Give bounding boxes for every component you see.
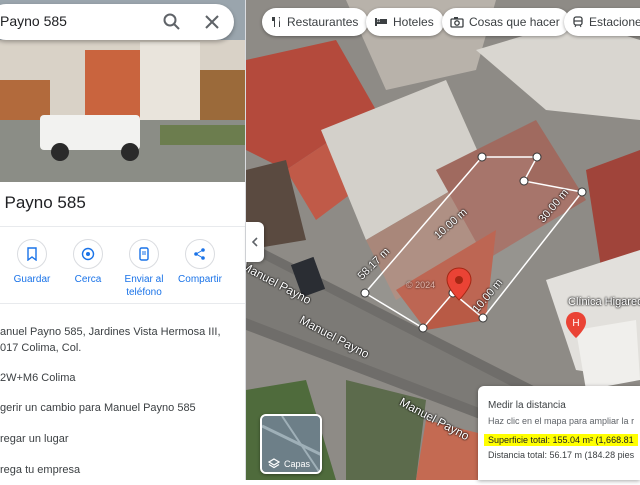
save-button[interactable]: Guardar <box>4 239 60 286</box>
layers-button[interactable]: Capas <box>260 414 322 474</box>
restaurant-icon <box>272 17 280 27</box>
search-input[interactable]: Payno 585 <box>0 13 67 29</box>
nearby-button[interactable]: Cerca <box>60 239 116 286</box>
close-icon[interactable] <box>202 12 222 32</box>
send-to-phone-label-line1: Enviar al <box>124 274 164 285</box>
address-line-1: anuel Payno 585, Jardines Vista Hermosa … <box>0 326 221 338</box>
add-business-link[interactable]: rega tu empresa <box>0 462 80 478</box>
map-watermark: © 2024 <box>406 280 436 290</box>
layers-label: Capas <box>284 459 311 469</box>
camera-icon <box>450 17 464 28</box>
address-line-2: 017 Colima, Col. <box>0 342 82 354</box>
nearby-icon <box>81 247 95 261</box>
chip-label: Hoteles <box>393 15 434 29</box>
layers-icon <box>268 458 280 469</box>
chip-label: Cosas que hacer <box>469 15 560 29</box>
plus-code[interactable]: 2W+M6 Colima <box>0 370 76 386</box>
send-to-phone-button[interactable]: Enviar al teléfono <box>116 239 172 299</box>
bookmark-icon <box>27 247 37 261</box>
measure-distance: Distancia total: 56.17 m (184.28 pies <box>488 450 635 460</box>
measure-hint: Haz clic en el mapa para ampliar la r <box>488 416 635 426</box>
chip-cosas-que-hacer[interactable]: Cosas que hacer <box>442 8 570 36</box>
suggest-edit-link[interactable]: gerir un cambio para Manuel Payno 585 <box>0 400 196 416</box>
place-title: l Payno 585 <box>0 193 86 212</box>
save-label: Guardar <box>13 274 51 285</box>
poi-label[interactable]: Clínica Higared <box>568 296 640 308</box>
measure-title: Medir la distancia <box>488 400 566 411</box>
measure-distance-panel: Medir la distancia Haz clic en el mapa p… <box>478 386 640 480</box>
transit-icon <box>573 16 583 28</box>
place-panel: Payno 585 l Payno 585 Guardar Cerca Envi… <box>0 0 246 480</box>
directions-button-partial[interactable] <box>0 239 8 273</box>
chip-estaciones[interactable]: Estaciones <box>564 8 640 36</box>
chevron-left-icon <box>251 237 258 247</box>
action-bar: Guardar Cerca Enviar al teléfono Compart… <box>0 226 245 304</box>
chip-label: Restaurantes <box>287 15 359 29</box>
measure-area: Superficie total: 155.04 m² (1,668.81 <box>484 434 638 446</box>
chip-label: Estaciones <box>589 15 640 29</box>
add-place-link[interactable]: regar un lugar <box>0 431 69 447</box>
send-to-phone-label-line2: teléfono <box>126 287 162 298</box>
nearby-label: Cerca <box>74 274 102 285</box>
share-button[interactable]: Compartir <box>172 239 228 286</box>
send-to-phone-icon <box>139 247 149 261</box>
svg-text:H: H <box>572 318 579 329</box>
hotel-icon <box>375 18 387 26</box>
chip-restaurantes[interactable]: Restaurantes <box>262 8 369 36</box>
chip-hoteles[interactable]: Hoteles <box>366 8 444 36</box>
search-box[interactable]: Payno 585 <box>0 4 234 40</box>
collapse-panel-button[interactable] <box>246 222 264 262</box>
share-label: Compartir <box>178 274 222 285</box>
search-icon[interactable] <box>162 12 182 32</box>
share-icon <box>194 248 205 260</box>
